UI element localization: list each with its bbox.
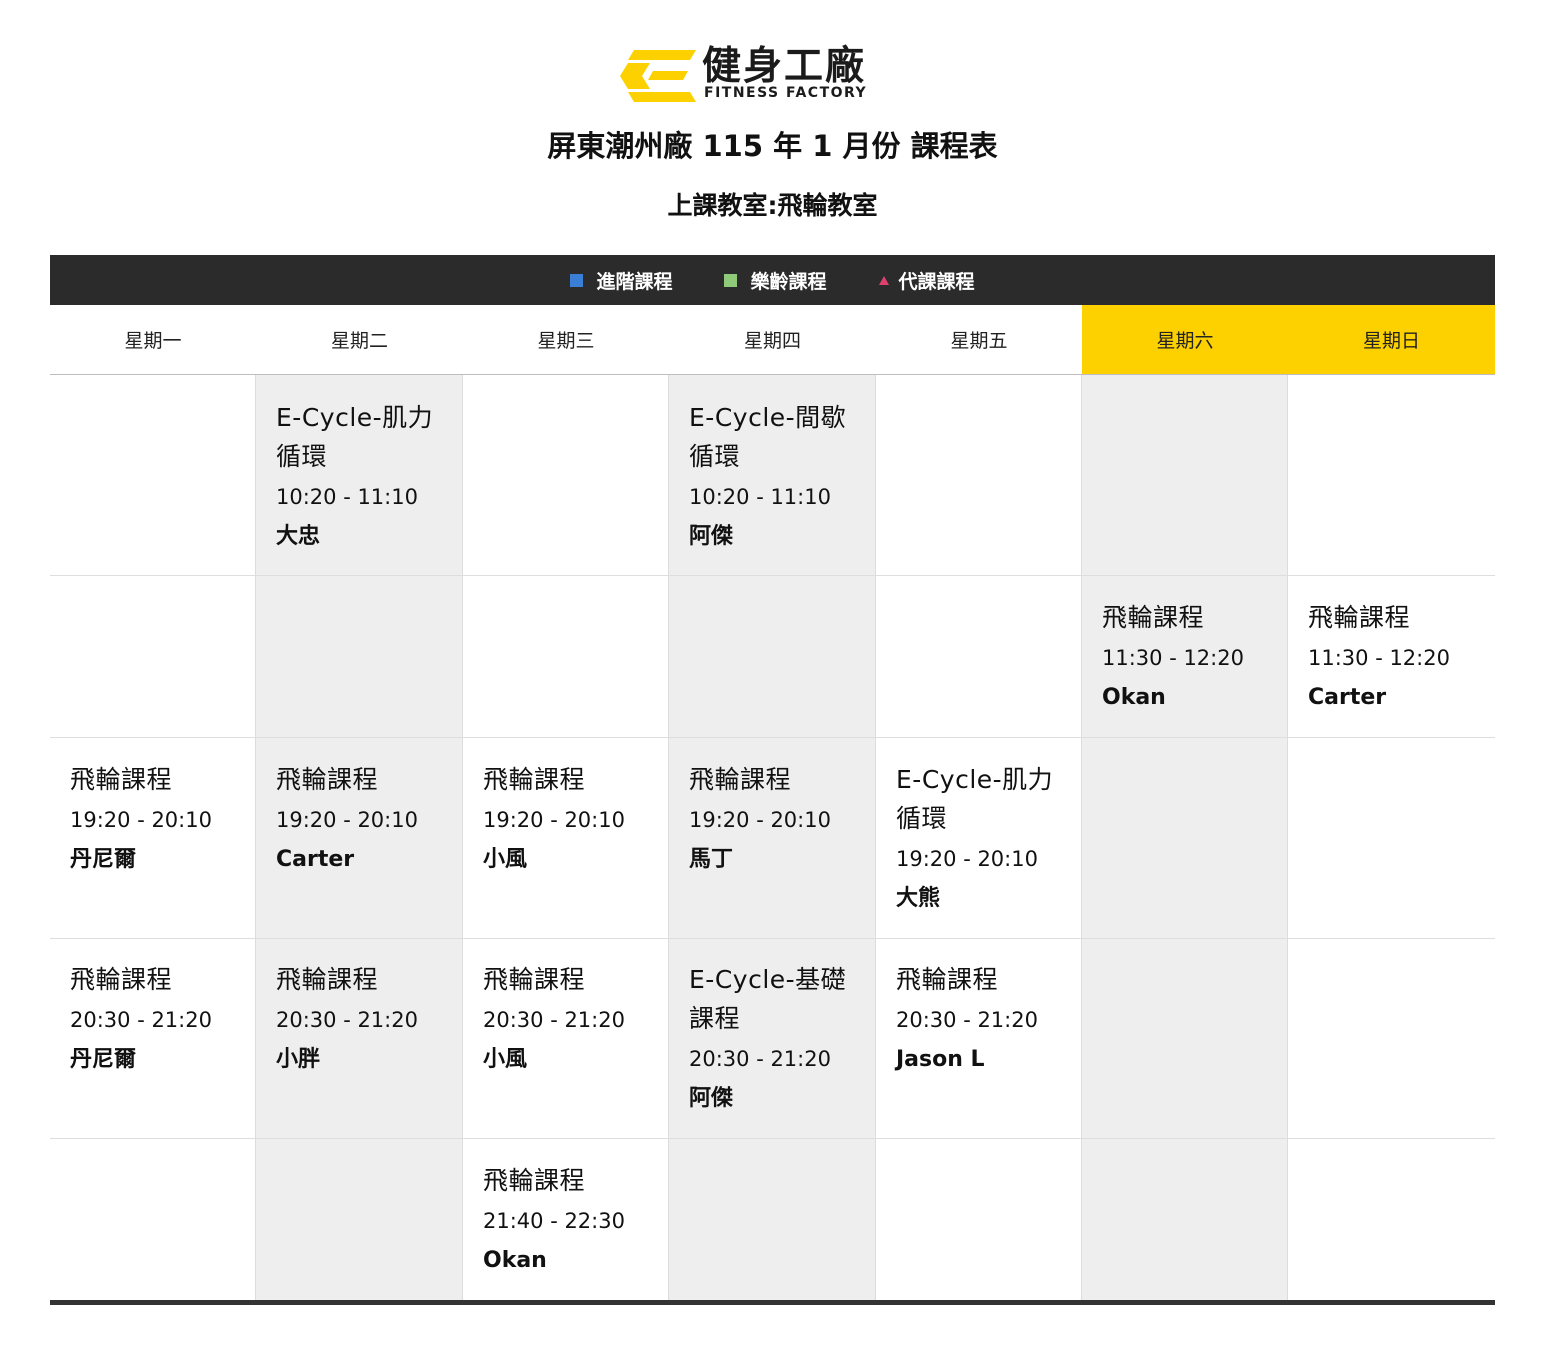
row-divider [50,575,1495,576]
class-cell-thu-r3[interactable]: 飛輪課程 19:20 - 20:10 馬丁 [669,760,875,875]
class-time: 19:20 - 20:10 [276,808,418,832]
class-time: 19:20 - 20:10 [896,847,1038,871]
class-time: 19:20 - 20:10 [483,808,625,832]
class-teacher: Okan [483,1248,547,1273]
column-sun [1288,375,1495,1301]
blue-square-icon [570,273,584,287]
green-square-icon [724,273,738,287]
legend-label: 進階課程 [596,270,673,293]
class-teacher: 小胖 [276,1047,321,1072]
row-divider [50,737,1495,738]
class-name: E-Cycle-肌力循環 [896,765,1054,833]
day-header-wed: 星期三 [463,305,669,375]
class-name: E-Cycle-間歇循環 [689,403,847,471]
class-cell-fri-r4[interactable]: 飛輪課程 20:30 - 21:20 Jason L [876,960,1082,1075]
class-name: 飛輪課程 [896,965,999,994]
class-name: 飛輪課程 [689,765,792,794]
class-time: 10:20 - 11:10 [689,485,831,509]
class-cell-sat-r2[interactable]: 飛輪課程 11:30 - 12:20 Okan [1082,598,1288,713]
class-teacher: 小風 [483,847,528,872]
class-name: 飛輪課程 [483,1166,586,1195]
class-name: E-Cycle-肌力循環 [276,403,434,471]
day-header-tue: 星期二 [256,305,463,375]
class-cell-wed-r4[interactable]: 飛輪課程 20:30 - 21:20 小風 [463,960,669,1075]
day-header-sun: 星期日 [1288,305,1495,375]
class-teacher: 小風 [483,1047,528,1072]
class-name: 飛輪課程 [1308,603,1411,632]
legend-label: 代課課程 [898,270,975,293]
class-teacher: 丹尼爾 [70,1047,137,1072]
class-name: 飛輪課程 [276,965,379,994]
class-teacher: 馬丁 [689,847,734,872]
class-time: 10:20 - 11:10 [276,485,418,509]
pink-triangle-icon [878,275,889,285]
row-divider [50,938,1495,939]
legend-item-advanced: 進階課程 [570,267,672,294]
class-name: 飛輪課程 [276,765,379,794]
class-cell-wed-r5[interactable]: 飛輪課程 21:40 - 22:30 Okan [463,1161,669,1276]
column-sat [1082,375,1288,1301]
class-teacher: 丹尼爾 [70,847,137,872]
class-cell-thu-r4[interactable]: E-Cycle-基礎課程 20:30 - 21:20 阿傑 [669,960,875,1114]
class-teacher: 阿傑 [689,524,734,549]
class-name: 飛輪課程 [1102,603,1205,632]
table-bottom-border [50,1300,1495,1305]
class-time: 21:40 - 22:30 [483,1209,625,1233]
class-time: 20:30 - 21:20 [70,1008,212,1032]
class-time: 19:20 - 20:10 [689,808,831,832]
class-time: 20:30 - 21:20 [483,1008,625,1032]
class-cell-tue-r4[interactable]: 飛輪課程 20:30 - 21:20 小胖 [256,960,462,1075]
class-time: 19:20 - 20:10 [70,808,212,832]
class-time: 20:30 - 21:20 [276,1008,418,1032]
class-name: E-Cycle-基礎課程 [689,965,847,1033]
class-time: 11:30 - 12:20 [1308,646,1450,670]
day-header-sat: 星期六 [1082,305,1288,375]
day-header-mon: 星期一 [50,305,256,375]
class-cell-thu-r1[interactable]: E-Cycle-間歇循環 10:20 - 11:10 阿傑 [669,398,875,552]
class-name: 飛輪課程 [483,765,586,794]
brand-logo: 健身工廠 FITNESS FACTORY [620,44,930,106]
class-cell-sun-r2[interactable]: 飛輪課程 11:30 - 12:20 Carter [1288,598,1494,713]
class-name: 飛輪課程 [483,965,586,994]
class-cell-tue-r3[interactable]: 飛輪課程 19:20 - 20:10 Carter [256,760,462,875]
class-name: 飛輪課程 [70,965,173,994]
fitness-factory-logo-icon [620,50,696,102]
class-teacher: Jason L [896,1047,985,1072]
class-teacher: 大忠 [276,524,321,549]
class-cell-tue-r1[interactable]: E-Cycle-肌力循環 10:20 - 11:10 大忠 [256,398,462,552]
legend-item-substitute: 代課課程 [878,267,975,294]
logo-english-name: FITNESS FACTORY [704,85,868,101]
legend-bar: 進階課程 樂齡課程 代課課程 [50,255,1495,305]
class-cell-wed-r3[interactable]: 飛輪課程 19:20 - 20:10 小風 [463,760,669,875]
class-cell-mon-r3[interactable]: 飛輪課程 19:20 - 20:10 丹尼爾 [50,760,256,875]
day-header-thu: 星期四 [669,305,876,375]
legend-item-senior: 樂齡課程 [724,267,827,294]
logo-chinese-name: 健身工廠 [702,44,867,89]
class-time: 20:30 - 21:20 [896,1008,1038,1032]
class-time: 20:30 - 21:20 [689,1047,831,1071]
class-teacher: Okan [1102,685,1166,710]
class-teacher: 大熊 [896,886,941,911]
day-header-fri: 星期五 [876,305,1082,375]
class-cell-mon-r4[interactable]: 飛輪課程 20:30 - 21:20 丹尼爾 [50,960,256,1075]
class-cell-fri-r3[interactable]: E-Cycle-肌力循環 19:20 - 20:10 大熊 [876,760,1082,914]
class-teacher: Carter [1308,685,1387,710]
class-teacher: 阿傑 [689,1086,734,1111]
class-teacher: Carter [276,847,355,872]
class-name: 飛輪課程 [70,765,173,794]
row-divider [50,1138,1495,1139]
class-time: 11:30 - 12:20 [1102,646,1244,670]
legend-label: 樂齡課程 [750,270,827,293]
page-title: 屏東潮州廠 115 年 1 月份 課程表 [547,129,998,163]
page-subtitle: 上課教室:飛輪教室 [667,191,878,220]
